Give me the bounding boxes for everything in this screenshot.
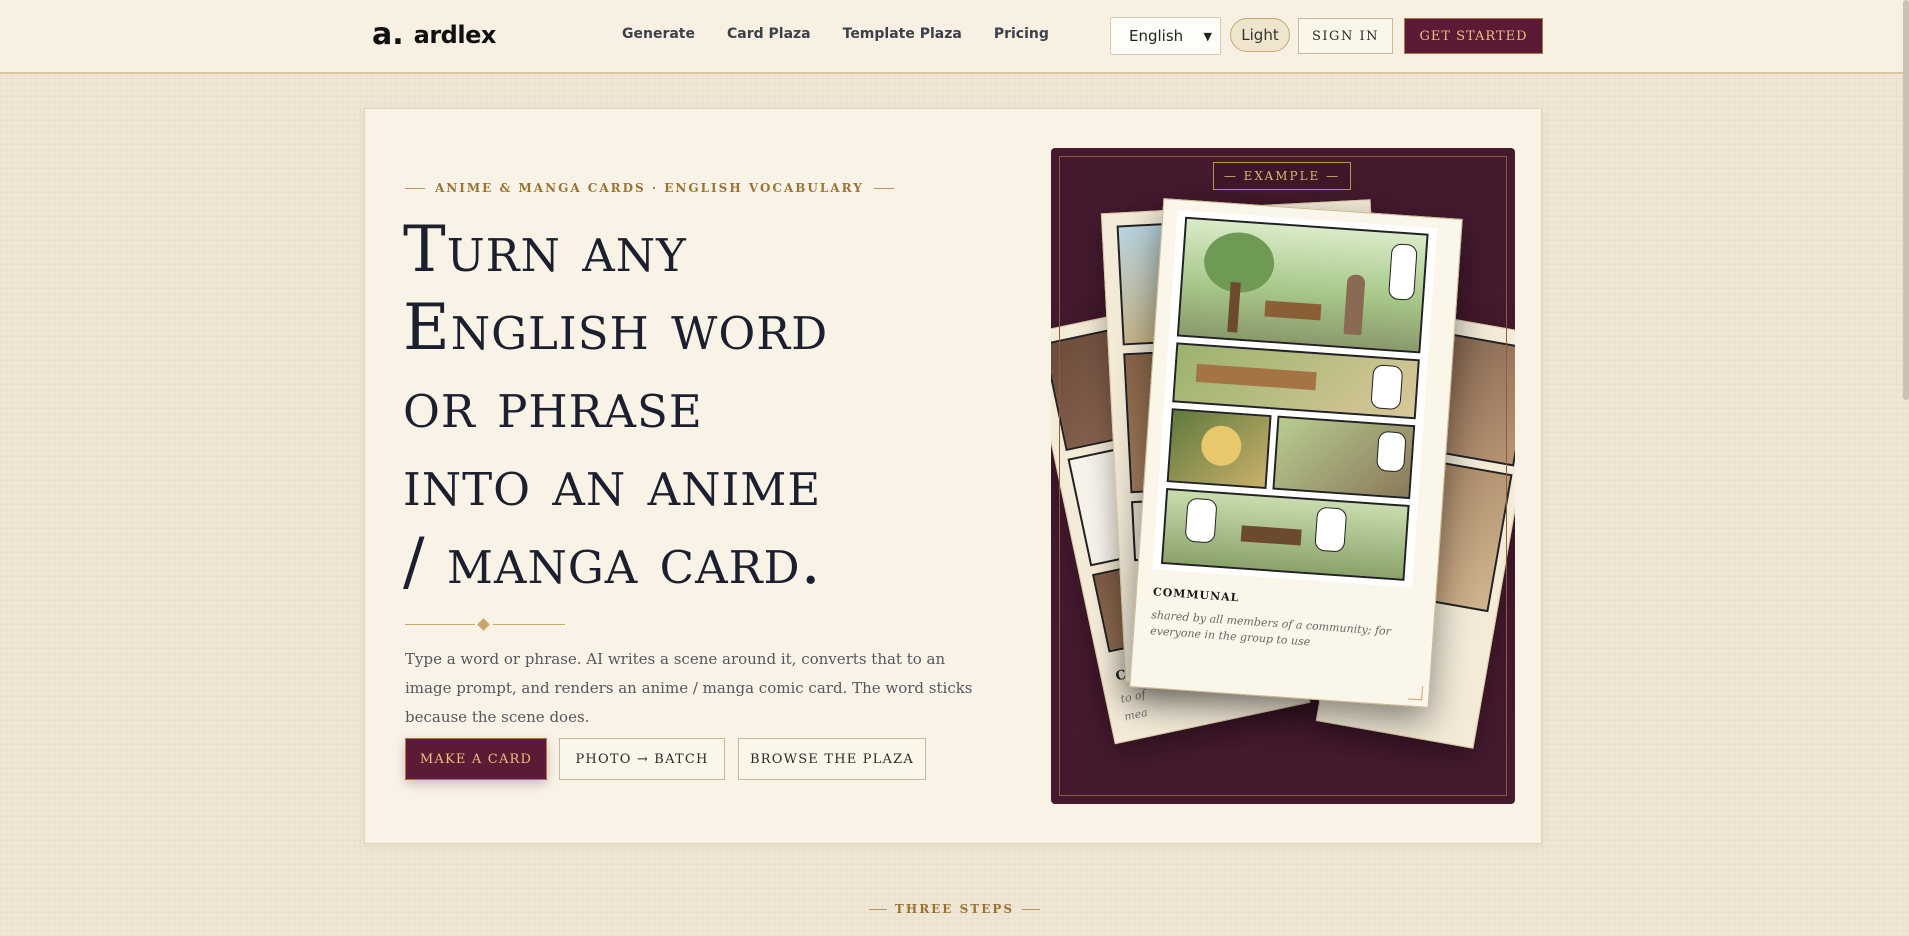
sign-in-button[interactable]: SIGN IN <box>1298 18 1393 54</box>
theme-toggle-button[interactable]: Light <box>1230 18 1290 52</box>
language-select-value: English <box>1129 27 1184 45</box>
get-started-button[interactable]: GET STARTED <box>1404 18 1543 54</box>
headline-line: Turn any <box>403 213 687 287</box>
headline-line: into an anime <box>403 447 822 521</box>
hero-card: ANIME & MANGA CARDS · ENGLISH VOCABULARY… <box>364 108 1542 844</box>
headline-line: or phrase <box>403 369 703 443</box>
headline-line: / manga card. <box>403 525 822 599</box>
example-tag: — EXAMPLE — <box>1213 162 1351 190</box>
headline-line: English word <box>403 291 829 365</box>
nav-item-pricing[interactable]: Pricing <box>994 26 1049 42</box>
comic-panel <box>1172 342 1420 420</box>
main-nav: Generate Card Plaza Template Plaza Prici… <box>622 26 1049 42</box>
back-card-definition: mea <box>1123 705 1149 724</box>
card-word: communal <box>1152 581 1241 606</box>
nav-item-template-plaza[interactable]: Template Plaza <box>843 26 962 42</box>
card-definition: shared by all members of a community; fo… <box>1149 608 1392 649</box>
hero-headline: Turn any English word or phrase into an … <box>403 211 1003 601</box>
top-navigation-bar: a. ardlex Generate Card Plaza Template P… <box>0 0 1909 74</box>
browse-plaza-button[interactable]: BROWSE THE PLAZA <box>738 738 926 780</box>
make-card-button[interactable]: MAKE A CARD <box>405 738 547 780</box>
section-label-three-steps: THREE STEPS <box>0 902 1909 916</box>
logo-icon: a. <box>372 17 404 52</box>
comic-panel <box>1160 488 1410 581</box>
label-dash-left <box>868 909 887 910</box>
hero-description: Type a word or phrase. AI writes a scene… <box>405 650 973 726</box>
example-showcase: — EXAMPLE — CERT to of mea IN s <box>1051 148 1515 804</box>
comic-panel <box>1272 415 1416 500</box>
eyebrow-text: ANIME & MANGA CARDS · ENGLISH VOCABULARY <box>435 181 864 195</box>
page-scrollbar[interactable] <box>1903 0 1909 400</box>
section-label-text: THREE STEPS <box>894 902 1015 916</box>
eyebrow-dash-right <box>873 187 894 189</box>
nav-item-generate[interactable]: Generate <box>622 26 695 42</box>
comic-panel <box>1176 216 1429 354</box>
diamond-icon <box>477 618 490 631</box>
eyebrow-dash-left <box>405 187 425 189</box>
comic-panel <box>1166 408 1272 490</box>
nav-item-card-plaza[interactable]: Card Plaza <box>727 26 811 42</box>
brand-name: ardlex <box>413 21 497 49</box>
ornament-divider <box>405 618 565 631</box>
chevron-down-icon: ▼ <box>1203 30 1212 43</box>
brand-logo[interactable]: a. ardlex <box>372 20 496 50</box>
comic-artwork <box>1152 210 1438 588</box>
label-dash-right <box>1022 909 1041 910</box>
corner-ornament <box>1408 685 1424 701</box>
hero-eyebrow: ANIME & MANGA CARDS · ENGLISH VOCABULARY <box>405 181 894 195</box>
example-card-front: communal shared by all members of a comm… <box>1129 198 1463 708</box>
back-card-definition: to of <box>1119 687 1147 706</box>
photo-batch-button[interactable]: PHOTO → BATCH <box>559 738 725 780</box>
language-select[interactable]: English ▼ <box>1110 17 1221 55</box>
